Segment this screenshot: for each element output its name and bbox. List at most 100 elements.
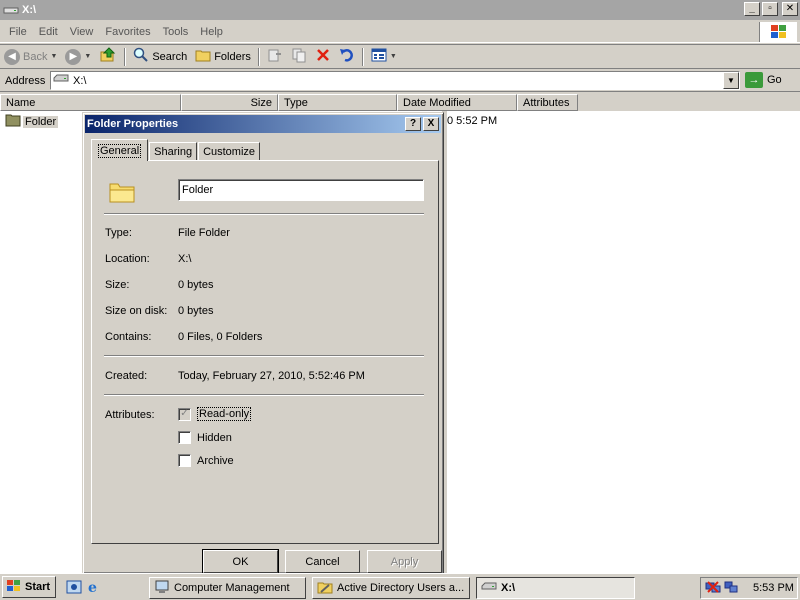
menu-view[interactable]: View	[64, 26, 100, 38]
archive-checkbox-row[interactable]: Archive	[178, 454, 234, 467]
dialog-close-button[interactable]: X	[423, 117, 439, 131]
move-to-icon	[267, 47, 283, 66]
quick-launch: e	[66, 579, 102, 595]
hidden-checkbox-row[interactable]: Hidden	[178, 431, 232, 444]
menu-edit[interactable]: Edit	[33, 26, 64, 38]
copy-to-icon	[291, 47, 307, 66]
active-directory-icon	[317, 580, 333, 597]
address-label: Address	[5, 74, 46, 87]
network-disconnected-icon[interactable]	[705, 579, 721, 598]
folder-icon	[108, 179, 136, 208]
start-label: Start	[25, 581, 51, 593]
task-computer-management[interactable]: Computer Management	[149, 577, 306, 599]
folders-button[interactable]: Folders	[191, 46, 255, 68]
tab-general-label: General	[98, 143, 142, 158]
tab-sharing[interactable]: Sharing	[149, 142, 198, 161]
tree-item-label: Folder	[23, 115, 59, 128]
go-arrow-icon: →	[745, 72, 763, 88]
location-label: Location:	[105, 253, 150, 265]
forward-arrow-icon: ▶	[65, 48, 82, 65]
location-value: X:\	[178, 253, 192, 265]
undo-icon	[339, 47, 355, 66]
move-to-button[interactable]	[263, 46, 287, 68]
type-label: Type:	[105, 227, 132, 239]
menu-tools[interactable]: Tools	[157, 26, 195, 38]
search-button[interactable]: Search	[129, 46, 191, 68]
drive-icon	[3, 3, 19, 17]
size-value: 0 bytes	[178, 279, 214, 291]
column-header-type[interactable]: Type	[278, 94, 397, 111]
go-button[interactable]: → Go	[745, 72, 782, 88]
hidden-checkbox[interactable]	[178, 431, 191, 444]
size-on-disk-value: 0 bytes	[178, 305, 214, 317]
windows-logo-icon	[6, 579, 22, 596]
column-header-date-modified[interactable]: Date Modified	[397, 94, 517, 111]
explorer-quicklaunch-icon[interactable]	[66, 579, 82, 595]
column-header-name[interactable]: Name	[0, 94, 181, 111]
readonly-checkbox-row[interactable]: ✓ Read-only	[178, 407, 252, 421]
taskbar: Start e Computer Management Active Direc…	[0, 573, 800, 600]
readonly-checkbox[interactable]: ✓	[178, 407, 191, 421]
column-header-attributes[interactable]: Attributes	[517, 94, 578, 111]
tree-item-folder[interactable]: Folder	[5, 113, 82, 130]
address-dropdown-button[interactable]: ▼	[723, 72, 739, 89]
apply-button[interactable]: Apply	[367, 550, 442, 573]
list-date-fragment: 0 5:52 PM	[447, 115, 498, 127]
windows-logo-icon	[759, 22, 797, 42]
column-header-size[interactable]: Size	[181, 94, 278, 111]
file-list-pane: 0 5:52 PM	[447, 111, 800, 573]
window-titlebar: X:\ _ ▫ ✕	[0, 0, 800, 20]
views-button[interactable]: ▼	[367, 46, 401, 68]
views-icon	[371, 48, 387, 65]
task-label: Computer Management	[174, 582, 290, 594]
computer-management-icon	[154, 580, 170, 597]
attributes-label: Attributes:	[105, 409, 155, 421]
up-button[interactable]	[95, 46, 121, 68]
folder-properties-dialog: Folder Properties ? X General Sharing Cu…	[82, 112, 444, 574]
clock[interactable]: 5:53 PM	[753, 582, 794, 594]
archive-checkbox[interactable]	[178, 454, 191, 467]
folder-name-input[interactable]: Folder	[178, 179, 424, 201]
dialog-controls: ? X	[405, 117, 439, 131]
hidden-label: Hidden	[197, 431, 232, 444]
dialog-buttons: OK Cancel Apply	[202, 549, 442, 574]
help-button[interactable]: ?	[405, 117, 421, 131]
undo-button[interactable]	[335, 46, 359, 68]
folder-icon	[5, 113, 21, 130]
column-header-filler	[578, 94, 800, 111]
contains-value: 0 Files, 0 Folders	[178, 331, 263, 343]
address-value: X:\	[73, 74, 87, 87]
svg-text:e: e	[88, 580, 97, 595]
back-label: Back	[23, 50, 48, 63]
tab-customize[interactable]: Customize	[198, 142, 261, 161]
ok-button[interactable]: OK	[202, 549, 279, 574]
cancel-button[interactable]: Cancel	[285, 550, 360, 573]
search-label: Search	[152, 50, 188, 63]
window-title: X:\	[22, 4, 37, 16]
task-explorer-x[interactable]: X:\	[476, 577, 635, 599]
separator	[104, 355, 424, 357]
back-arrow-icon: ◀	[4, 48, 20, 65]
copy-to-button[interactable]	[287, 46, 311, 68]
network-icon[interactable]	[724, 580, 738, 597]
tab-general[interactable]: General	[91, 139, 149, 161]
type-value: File Folder	[178, 227, 230, 239]
general-tab-panel: Folder Type: File Folder Location: X:\ S…	[91, 160, 439, 544]
menu-bar: File Edit View Favorites Tools Help	[0, 21, 800, 43]
delete-button[interactable]	[311, 46, 335, 68]
back-button[interactable]: ◀ Back ▼	[0, 46, 61, 68]
folders-label: Folders	[214, 50, 251, 63]
internet-explorer-icon[interactable]: e	[86, 579, 102, 595]
dialog-tabs: General Sharing Customize	[91, 139, 261, 161]
forward-button[interactable]: ▶ ▼	[61, 46, 95, 68]
restore-button[interactable]: ▫	[762, 2, 778, 16]
menu-favorites[interactable]: Favorites	[99, 26, 156, 38]
menu-file[interactable]: File	[3, 26, 33, 38]
task-active-directory[interactable]: Active Directory Users a...	[312, 577, 470, 599]
menu-help[interactable]: Help	[194, 26, 229, 38]
created-value: Today, February 27, 2010, 5:52:46 PM	[178, 370, 365, 382]
start-button[interactable]: Start	[2, 576, 56, 598]
minimize-button[interactable]: _	[744, 2, 760, 16]
address-input[interactable]: X:\ ▼	[50, 71, 740, 90]
close-button[interactable]: ✕	[782, 2, 798, 16]
